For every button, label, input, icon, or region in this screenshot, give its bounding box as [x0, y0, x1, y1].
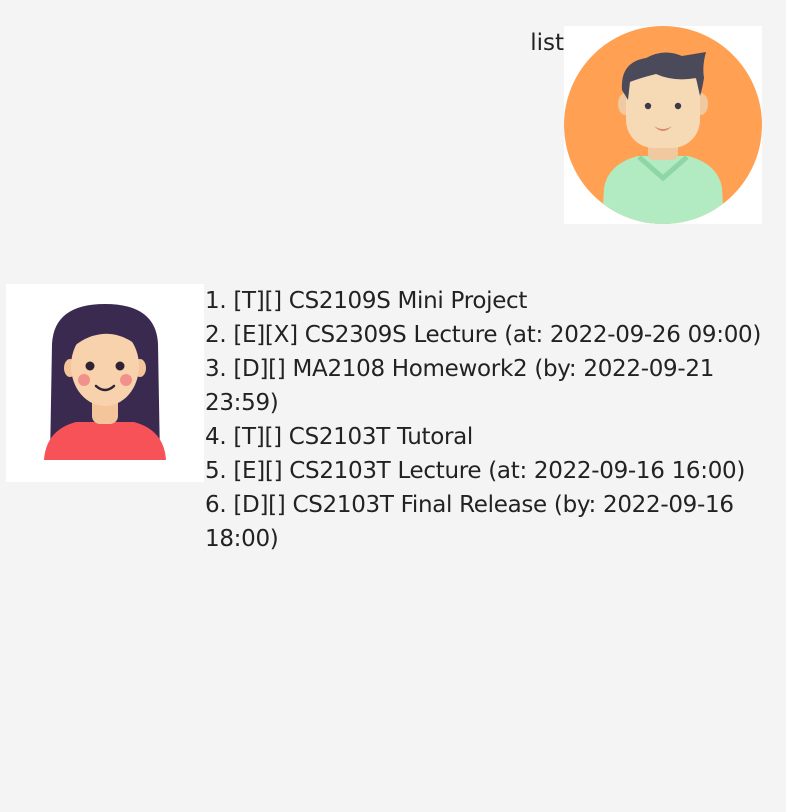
task-line: 3. [D][] MA2108 Homework2 (by: 2022-09-2… [205, 356, 715, 416]
user-dialog-box: list [0, 26, 786, 224]
bot-message-text: 1. [T][] CS2109S Mini Project 2. [E][X] … [205, 284, 765, 556]
task-line: 5. [E][] CS2103T Lecture (at: 2022-09-16… [205, 458, 746, 484]
man-avatar-icon [564, 26, 762, 224]
user-avatar [564, 26, 762, 224]
task-line: 4. [T][] CS2103T Tutoral [205, 424, 474, 450]
task-line: 6. [D][] CS2103T Final Release (by: 2022… [205, 492, 734, 552]
user-message-text: list [530, 30, 564, 56]
woman-avatar-icon [44, 304, 166, 460]
task-line: 2. [E][X] CS2309S Lecture (at: 2022-09-2… [205, 322, 762, 348]
bot-avatar [6, 284, 204, 482]
task-line: 1. [T][] CS2109S Mini Project [205, 288, 528, 314]
